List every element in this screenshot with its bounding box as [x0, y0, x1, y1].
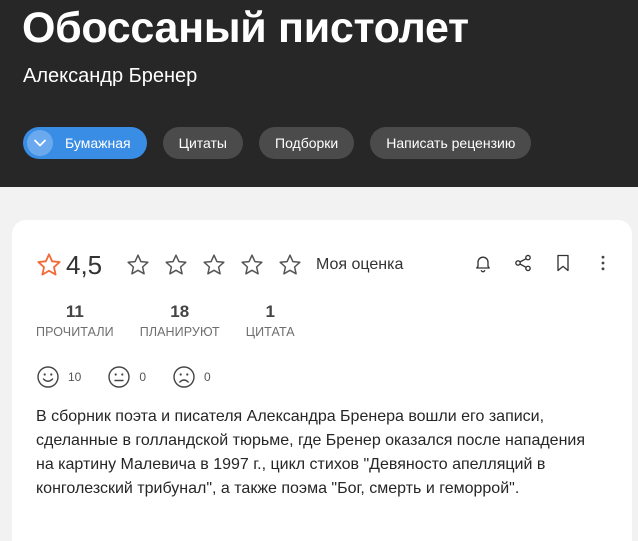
format-chip[interactable]: Бумажная [23, 127, 147, 159]
reaction-neutral-count: 0 [139, 370, 147, 384]
quotes-chip[interactable]: Цитаты [162, 127, 243, 159]
stat-read-label: ПРОЧИТАЛИ [36, 325, 114, 339]
rating-star-icon [37, 253, 61, 276]
more-vertical-icon[interactable] [592, 252, 614, 274]
collections-chip[interactable]: Подборки [259, 127, 355, 159]
reaction-negative-count: 0 [204, 370, 211, 384]
reaction-negative[interactable]: 0 [172, 365, 211, 389]
stat-read-count: 11 [65, 302, 84, 321]
rate-star-icon-1[interactable] [126, 253, 150, 277]
rate-star-icon-5[interactable] [278, 253, 302, 277]
book-header: Обоссаный пистолет Александр Бренер Бума… [0, 0, 638, 187]
bell-icon[interactable] [472, 252, 494, 274]
rating-row: 4,5 Моя оценка [36, 250, 616, 280]
format-chip-label: Бумажная [65, 135, 131, 151]
sad-face-icon [173, 366, 195, 388]
rate-stars [126, 253, 302, 277]
book-author[interactable]: Александр Бренер [23, 64, 197, 88]
action-chips: Бумажная Цитаты Подборки Написать реценз… [23, 127, 532, 159]
stat-quotes-label: ЦИТАТА [245, 325, 295, 339]
write-review-chip[interactable]: Написать рецензию [370, 127, 532, 159]
chevron-down-icon [27, 130, 53, 156]
bookmark-icon[interactable] [552, 252, 574, 274]
share-icon[interactable] [512, 252, 534, 274]
average-rating: 4,5 [66, 250, 103, 280]
neutral-face-icon [108, 366, 131, 388]
reaction-neutral[interactable]: 0 [107, 365, 146, 389]
stat-planned-count: 18 [170, 302, 190, 321]
stat-planned[interactable]: 18 ПЛАНИРУЮТ [140, 302, 220, 339]
book-stats: 11 ПРОЧИТАЛИ 18 ПЛАНИРУЮТ 1 ЦИТАТА [36, 302, 321, 339]
book-actions [472, 252, 614, 274]
stat-planned-label: ПЛАНИРУЮТ [139, 325, 220, 339]
reaction-positive[interactable]: 10 [36, 365, 81, 389]
stat-read[interactable]: 11 ПРОЧИТАЛИ [36, 302, 114, 339]
stat-quotes[interactable]: 1 ЦИТАТА [246, 302, 295, 339]
rate-star-icon-4[interactable] [240, 253, 264, 277]
book-description: В сборник поэта и писателя Александра Бр… [36, 408, 586, 497]
stat-quotes-count: 1 [265, 302, 275, 321]
reaction-positive-count: 10 [68, 370, 82, 384]
my-rating-label: Моя оценка [316, 256, 404, 273]
book-info-card: 4,5 Моя оценка 11 ПРОЧИТАЛИ 18 ПЛАНИРУЮТ… [12, 220, 632, 541]
smile-icon [37, 366, 59, 388]
rate-star-icon-3[interactable] [202, 253, 226, 277]
book-title: Обоссаный пистолет [22, 4, 469, 52]
rate-star-icon-2[interactable] [164, 253, 188, 277]
reactions: 10 0 0 [36, 365, 237, 389]
